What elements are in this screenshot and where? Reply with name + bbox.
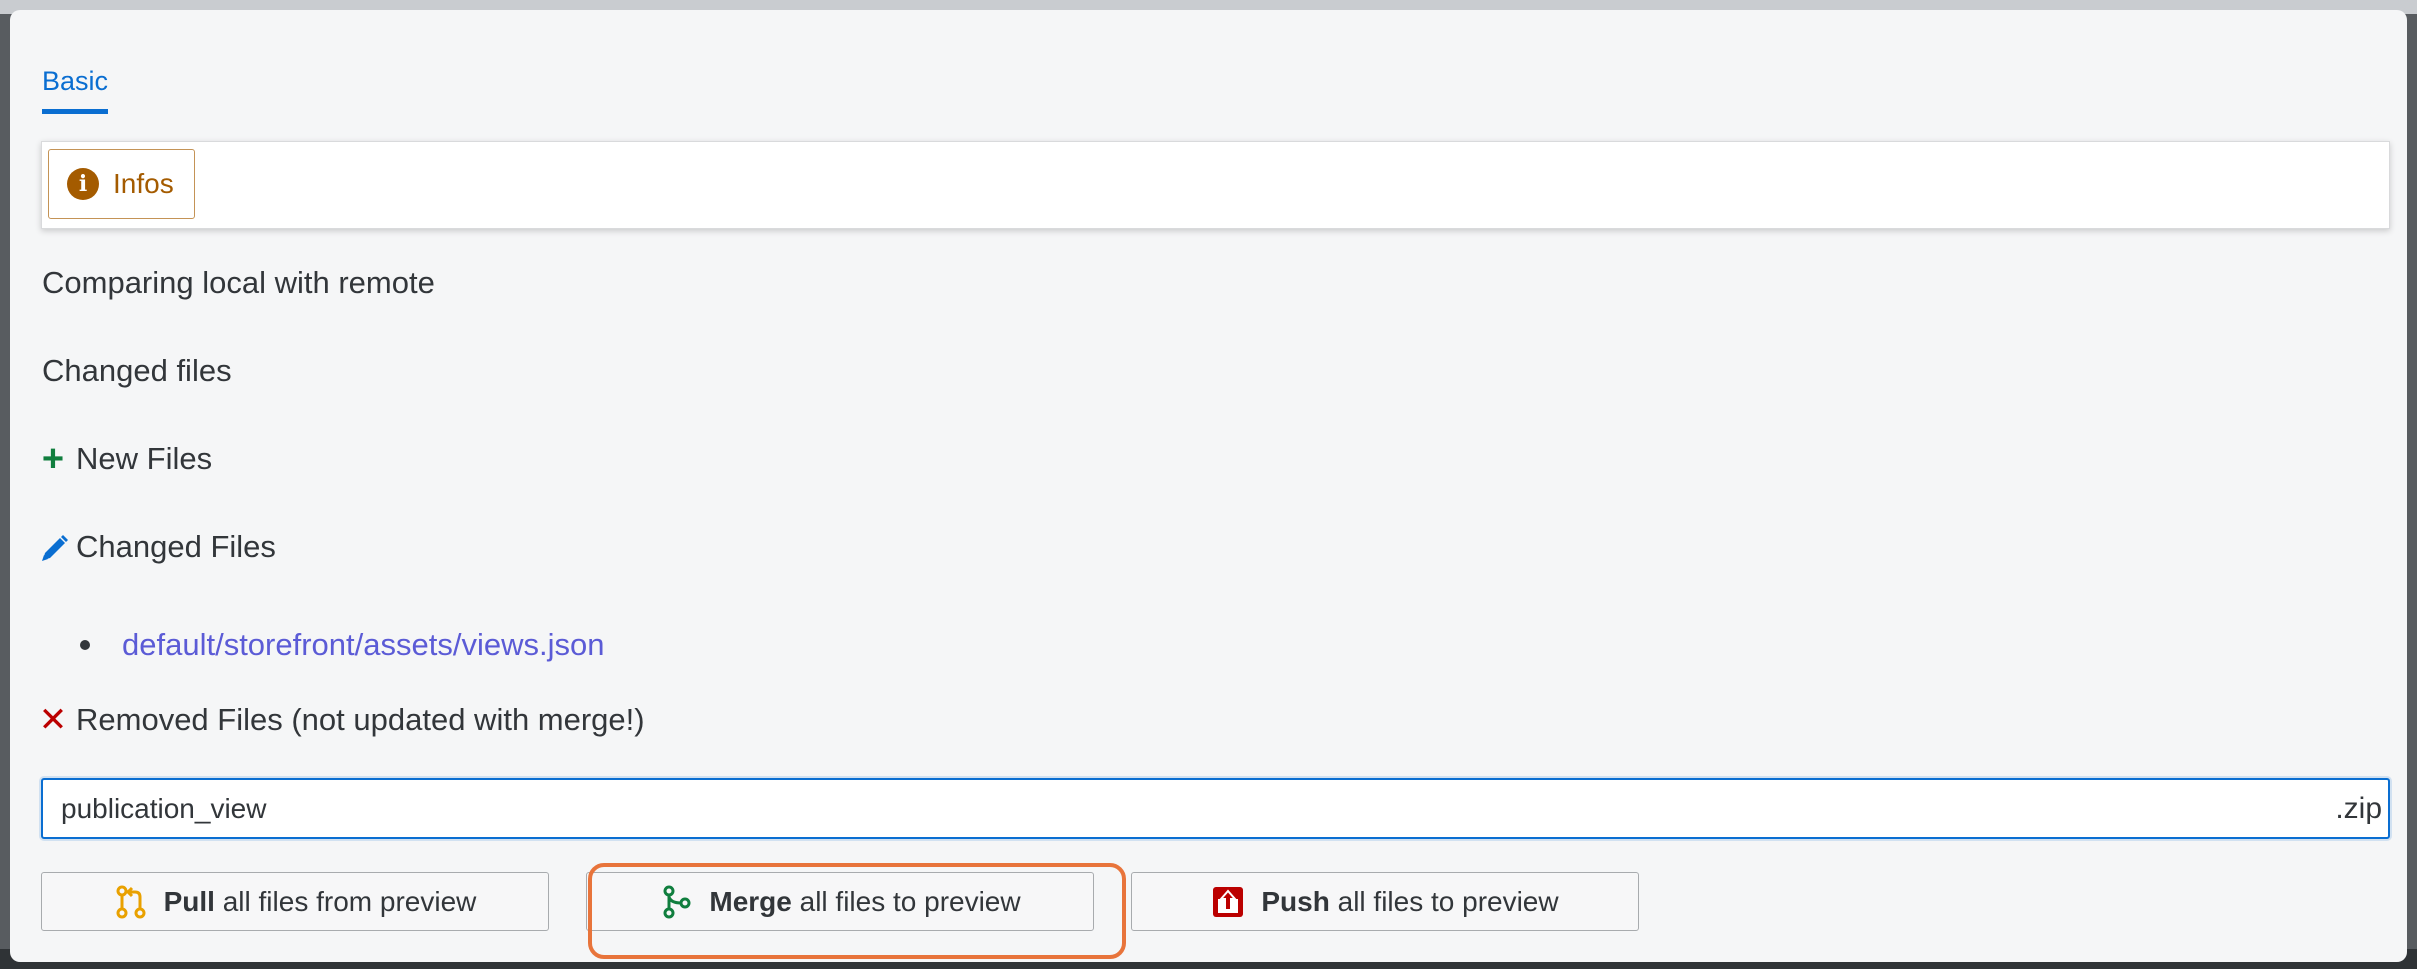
pull-request-icon [114, 885, 148, 919]
info-circle-icon: i [67, 168, 99, 200]
new-files-label: New Files [76, 441, 213, 476]
merge-button[interactable]: Merge all files to preview [586, 872, 1094, 931]
filename-suffix: .zip [2335, 791, 2382, 825]
infos-label: Infos [113, 168, 174, 199]
merge-rest: all files to preview [799, 885, 1021, 917]
changed-files-row: Changed Files [38, 529, 276, 565]
removed-files-label: Removed Files (not updated with merge!) [76, 702, 645, 737]
changed-files-heading: Changed files [42, 353, 232, 388]
changed-file-link[interactable]: default/storefront/assets/views.json [122, 627, 604, 663]
bullet [80, 640, 90, 650]
pencil-icon [38, 530, 68, 564]
upload-icon [1211, 885, 1245, 919]
removed-files-row: ✕ Removed Files (not updated with merge!… [38, 702, 645, 738]
infos-button[interactable]: i Infos [48, 149, 195, 219]
comparing-text: Comparing local with remote [42, 265, 435, 300]
list-item: default/storefront/assets/views.json [80, 627, 604, 663]
infos-toolbar: i Infos [41, 141, 2390, 229]
changed-files-label: Changed Files [76, 529, 276, 564]
push-button[interactable]: Push all files to preview [1131, 872, 1639, 931]
push-rest: all files to preview [1337, 885, 1559, 917]
filename-input[interactable] [43, 780, 2336, 837]
push-bold: Push [1261, 885, 1330, 917]
merge-bold: Merge [709, 885, 792, 917]
x-icon: ✕ [38, 701, 68, 739]
pull-bold: Pull [163, 885, 215, 917]
new-files-row: + New Files [38, 440, 212, 478]
pull-rest: all files from preview [222, 885, 477, 917]
tab-basic[interactable]: Basic [42, 66, 109, 114]
pull-button[interactable]: Pull all files from preview [41, 872, 549, 931]
branch-merge-icon [659, 885, 693, 919]
plus-icon: + [41, 438, 65, 480]
compare-dialog: Basic i Infos Comparing local with remot… [10, 10, 2407, 962]
filename-field: .zip [41, 778, 2390, 839]
